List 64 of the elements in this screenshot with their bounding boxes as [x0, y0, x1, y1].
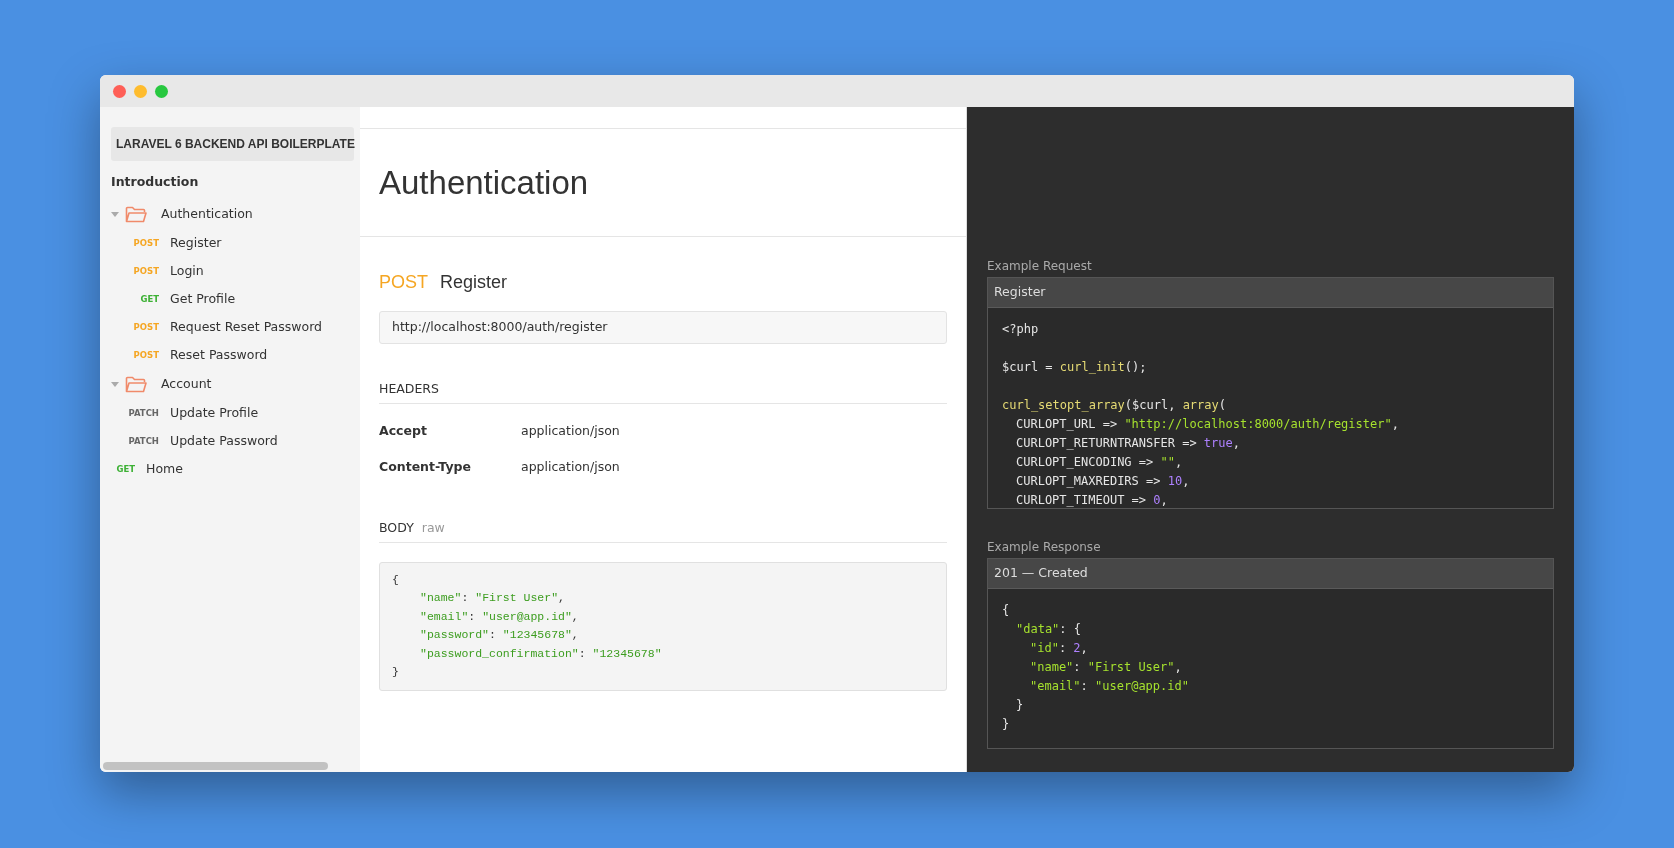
code-line: } [392, 664, 400, 681]
code-line: { [1002, 601, 1011, 619]
code-line: "password": "12345678", [419, 627, 580, 644]
code-line: } [1015, 696, 1025, 714]
sidebar-title: LARAVEL 6 BACKEND API BOILERPLATE [111, 127, 354, 161]
section-label: Example Request [987, 258, 1093, 275]
header-value: application/json [521, 421, 620, 440]
header-name: Accept [379, 421, 428, 440]
method-label: POST [132, 237, 159, 251]
example-title: Register [988, 278, 1553, 308]
nav-item[interactable]: Update Profile [170, 404, 259, 424]
method-label: POST [132, 321, 159, 335]
method-label: POST [132, 265, 159, 279]
code-line: CURLOPT_TIMEOUT => 0, [1015, 491, 1169, 508]
maximize-button[interactable] [155, 84, 168, 98]
header-value: application/json [521, 458, 620, 477]
method-label: GET [139, 293, 159, 307]
code-line: { [392, 571, 400, 588]
code-line: $curl = curl_init(); [1002, 358, 1148, 376]
code-line: CURLOPT_URL => "http://localhost:8000/auth/register", [1015, 415, 1400, 433]
nav-item[interactable]: Home [146, 460, 183, 480]
nav-item[interactable]: Request Reset Password [170, 318, 323, 338]
code-line: "email": "user@app.id" [1029, 677, 1190, 695]
folder-label[interactable]: Account [161, 375, 212, 395]
url-field: http://localhost:8000/auth/register [379, 311, 947, 344]
method-label: POST [379, 271, 428, 294]
code-line: CURLOPT_ENCODING => "", [1015, 453, 1184, 471]
request-title: Register [440, 271, 508, 294]
method-label: PATCH [127, 435, 159, 449]
nav-item[interactable]: Login [170, 262, 204, 282]
code-line: <?php [1002, 320, 1040, 338]
close-button[interactable] [113, 84, 126, 98]
nav-item[interactable]: Get Profile [170, 290, 236, 310]
caret-icon[interactable] [111, 211, 119, 218]
method-label: PATCH [127, 407, 159, 421]
section-heading: HEADERS [379, 379, 947, 404]
page-heading: Authentication [360, 129, 966, 237]
body-mode: raw [421, 520, 445, 535]
section-heading: BODY [379, 520, 414, 535]
code-line: "password_confirmation": "12345678" [419, 645, 663, 662]
section-label: Example Response [987, 538, 1102, 556]
example-title: 201 — Created [988, 558, 1553, 589]
folder-icon [125, 206, 147, 224]
header-name: Content-Type [379, 458, 472, 477]
method-label: POST [132, 349, 159, 363]
method-label: GET [115, 463, 135, 477]
code-line: curl_setopt_array($curl, array( [1002, 396, 1227, 414]
code-line: "name": "First User", [419, 590, 566, 607]
code-line: CURLOPT_RETURNTRANSFER => true, [1015, 434, 1241, 452]
code-line: "email": "user@app.id", [419, 608, 580, 625]
code-line: "id": 2, [1029, 639, 1089, 657]
nav-link[interactable]: Introduction [111, 173, 350, 192]
caret-icon[interactable] [111, 381, 119, 388]
nav-item[interactable]: Reset Password [170, 346, 268, 366]
code-line: "name": "First User", [1029, 658, 1183, 676]
nav-item[interactable]: Register [170, 234, 222, 254]
folder-icon [125, 376, 147, 394]
code-line: "data": { [1015, 620, 1083, 638]
nav-item[interactable]: Update Password [170, 432, 278, 452]
code-line: } [1002, 715, 1011, 733]
minimize-button[interactable] [134, 84, 147, 98]
folder-label[interactable]: Authentication [161, 205, 253, 225]
scrollbar[interactable] [103, 762, 328, 770]
code-line: CURLOPT_MAXREDIRS => 10, [1015, 472, 1191, 490]
